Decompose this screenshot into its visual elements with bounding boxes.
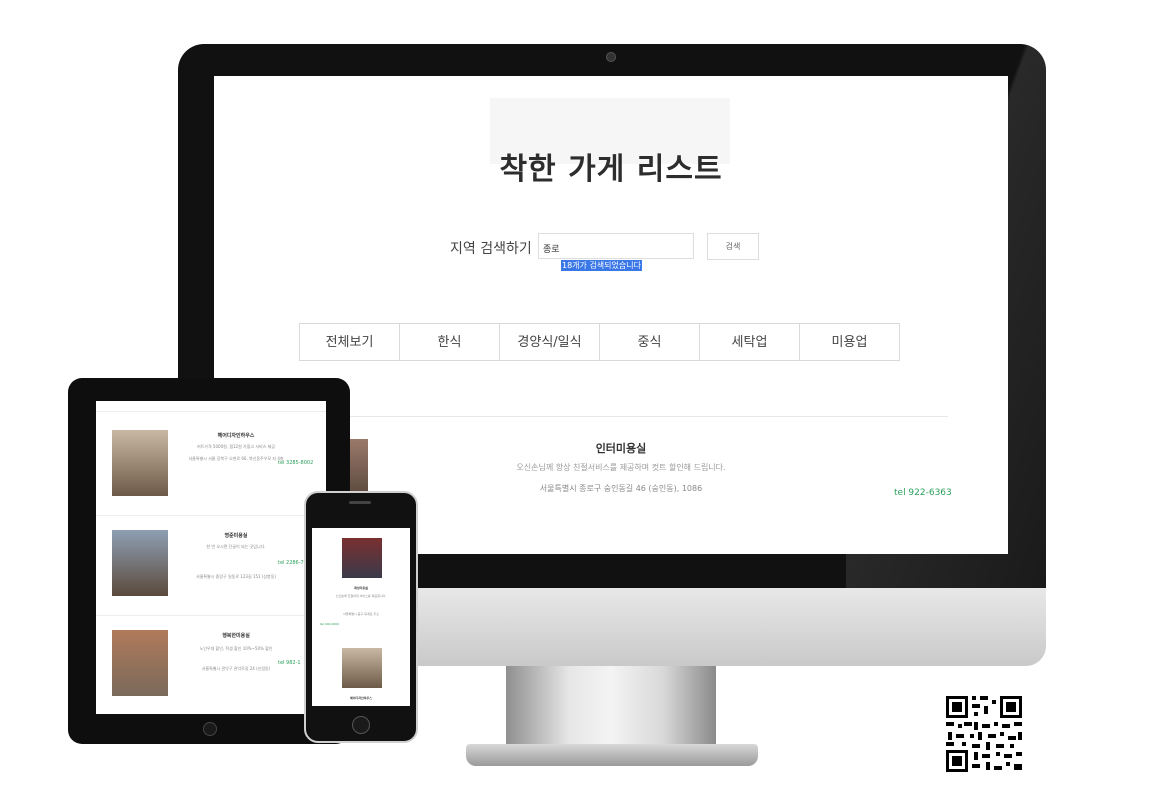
- list-item[interactable]: 명준미용실 한 번 오시면 단골이 되는 곳입니다. 서울특별시 중랑구 일동로…: [96, 515, 326, 608]
- list-item[interactable]: 행복한미용실 노인우대 할인, 학생 할인 10%~50% 할인 서울특별시 관…: [96, 615, 326, 708]
- store-tel[interactable]: tel 982-1: [278, 660, 301, 666]
- store-description: 한 번 오시면 단골이 되는 곳입니다.: [206, 544, 266, 549]
- imac-foot: [466, 744, 758, 766]
- phone-screen: 화성미용실 노인분께 친절하게 서비스를 제공합니다. 서울특별시 중구 퇴계로…: [312, 528, 410, 706]
- camera-icon: [606, 52, 616, 62]
- home-button-icon: [203, 722, 217, 736]
- store-tel[interactable]: tel 922-6363: [894, 488, 952, 498]
- store-description: 노인분께 친절하게 서비스를 제공합니다.: [335, 594, 387, 598]
- list-item[interactable]: 헤어디자인하우스 커트가격 5000원, 펌12원 가을고 서비스 제공 서울특…: [96, 411, 326, 504]
- store-address: 서울특별시 관악구 관악로길 24 (신림동): [201, 666, 271, 671]
- store-photo: [342, 538, 382, 578]
- store-name: 헤어디자인하우스: [217, 433, 255, 439]
- search-button[interactable]: 검색: [707, 233, 759, 260]
- store-tel[interactable]: tel 2286-7: [278, 560, 304, 566]
- store-name: 화성미용실: [354, 586, 368, 590]
- store-photo: [112, 530, 168, 596]
- store-tel[interactable]: tel 3285-8002: [278, 460, 313, 466]
- qr-code-icon: [944, 694, 1024, 774]
- store-description: 커트가격 5000원, 펌12원 가을고 서비스 제공: [196, 444, 276, 449]
- search-input[interactable]: 종로: [538, 233, 694, 259]
- search-label: 지역 검색하기: [450, 241, 532, 257]
- store-name: 명준미용실: [224, 533, 248, 539]
- tab-western-japanese[interactable]: 경양식/일식: [499, 323, 600, 361]
- store-address: 서울특별시 중랑구 일동로 123길 151 (상봉동): [196, 574, 276, 579]
- store-name: 헤어디자인하우스: [349, 696, 373, 700]
- store-photo: [342, 648, 382, 688]
- category-tabs: 전체보기 한식 경양식/일식 중식 세탁업 미용업: [299, 323, 900, 361]
- store-photo: [112, 630, 168, 696]
- tab-laundry[interactable]: 세탁업: [699, 323, 800, 361]
- imac-stand: [506, 666, 716, 748]
- store-address: 서울특별시 중구 퇴계로 주소: [343, 612, 379, 616]
- tab-all[interactable]: 전체보기: [299, 323, 400, 361]
- tab-korean[interactable]: 한식: [399, 323, 500, 361]
- page-title: 착한 가게 리스트: [499, 152, 723, 187]
- tablet-screen: 헤어디자인하우스 커트가격 5000원, 펌12원 가을고 서비스 제공 서울특…: [96, 401, 326, 714]
- home-button-icon: [352, 716, 370, 734]
- store-tel[interactable]: tel 000-0000: [320, 622, 402, 627]
- divider: [302, 416, 948, 417]
- phone-speaker: [349, 501, 371, 504]
- tab-beauty[interactable]: 미용업: [799, 323, 900, 361]
- search-result-text: 18개가 검색되었습니다: [561, 260, 642, 271]
- store-description: 노인우대 할인, 학생 할인 10%~50% 할인: [199, 646, 273, 651]
- tab-chinese[interactable]: 중식: [599, 323, 700, 361]
- store-name: 행복한미용실: [222, 633, 250, 639]
- store-photo: [112, 430, 168, 496]
